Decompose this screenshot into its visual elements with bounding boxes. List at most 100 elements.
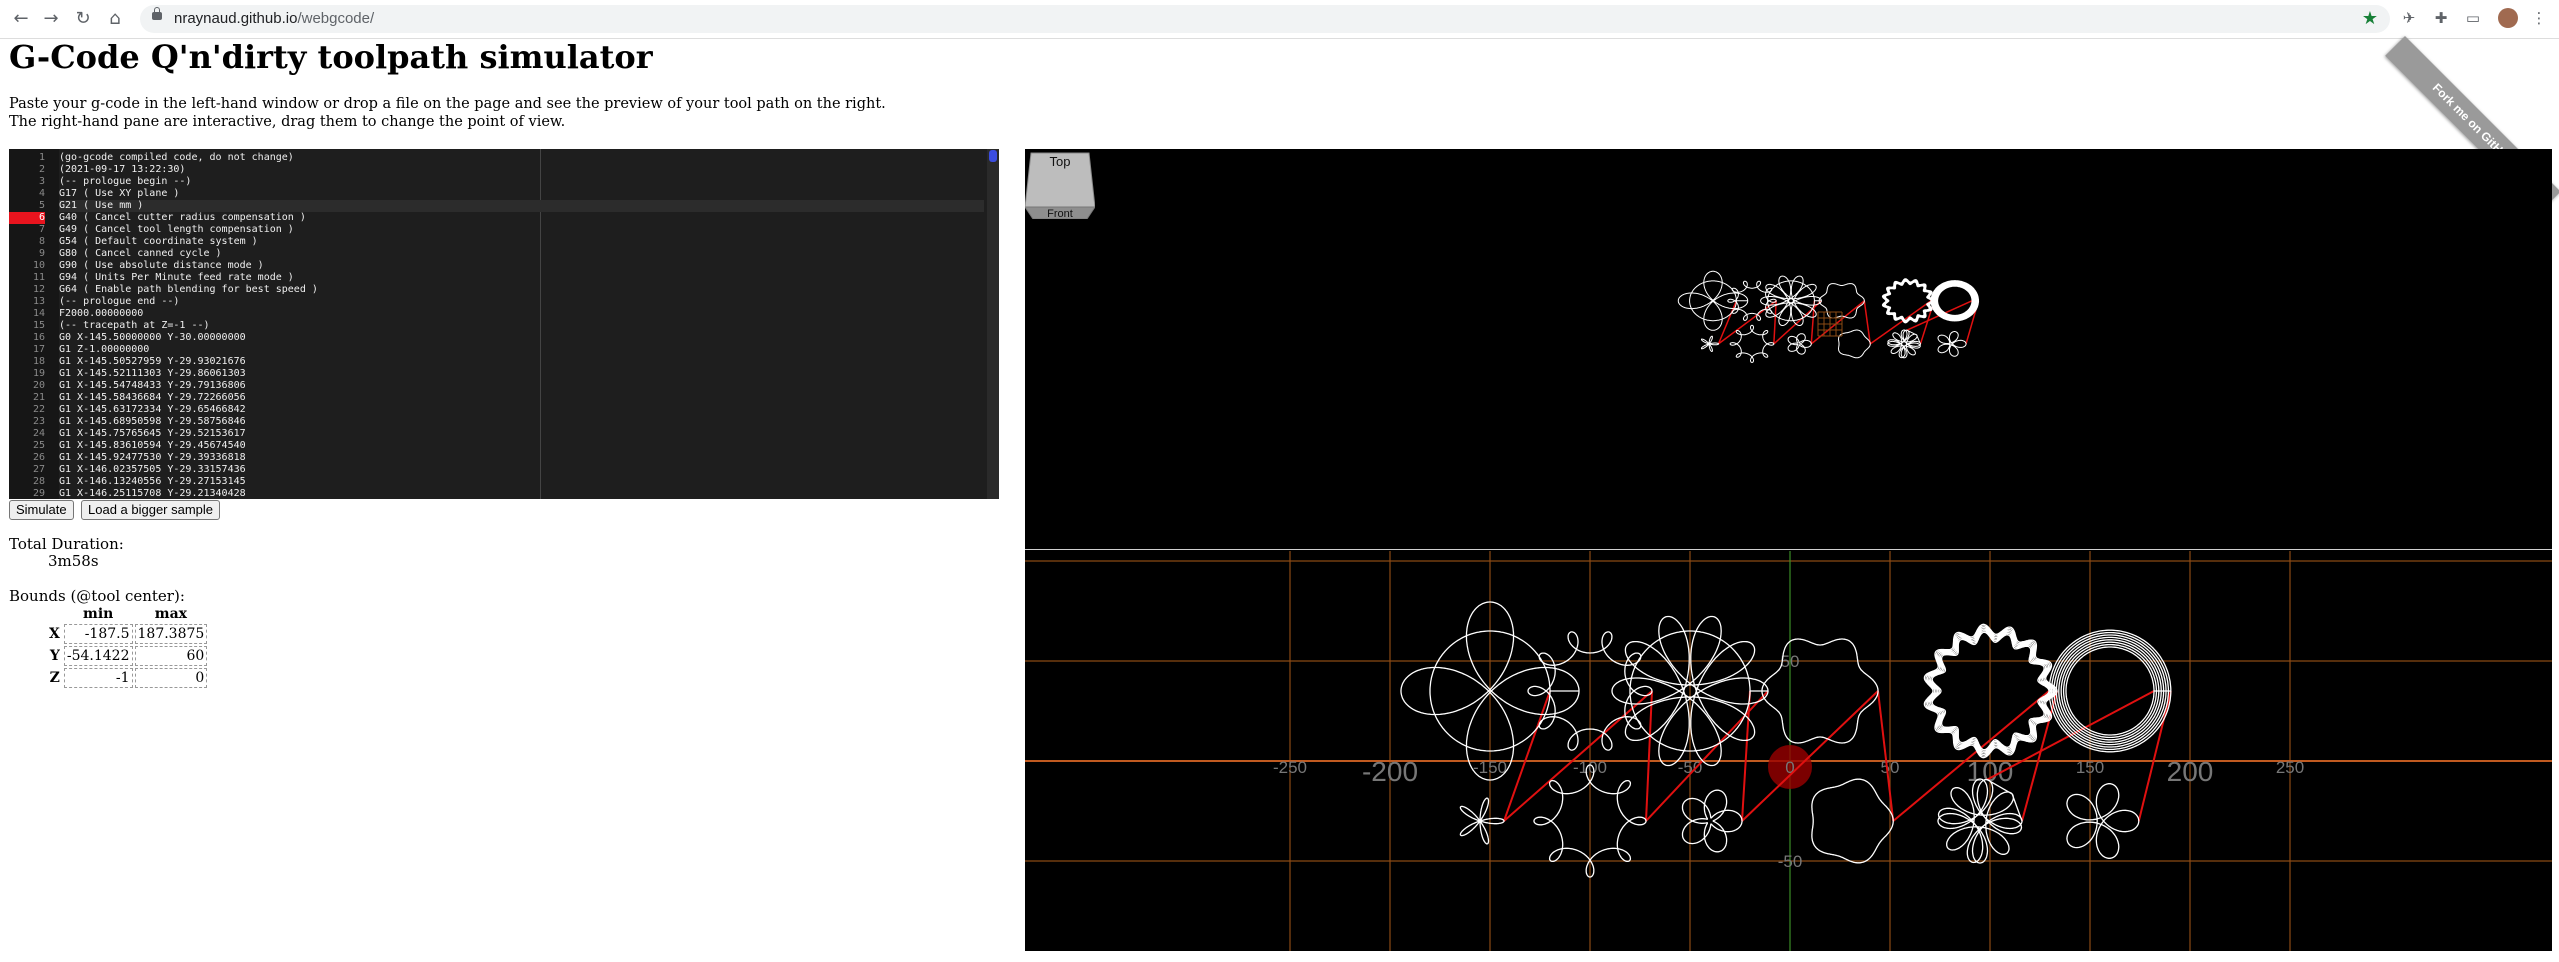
code-line[interactable]: 24 G1 X-145.75765645 Y-29.52153617 — [9, 428, 984, 440]
menu-icon[interactable]: ⋮ — [2530, 9, 2548, 27]
code-line[interactable]: 3 (-- prologue begin --) — [9, 176, 984, 188]
code-line[interactable]: 14 F2000.00000000 — [9, 308, 984, 320]
code-line[interactable]: 19 G1 X-145.52111303 Y-29.86061303 — [9, 368, 984, 380]
line-number: 17 — [32, 344, 45, 355]
y-tick-label: -50 — [1778, 852, 1803, 871]
bounds-row-y: Y -54.1422 60 — [47, 646, 208, 666]
code-text[interactable]: G1 X-146.25115708 Y-29.21340428 — [59, 488, 246, 499]
code-line[interactable]: 23 G1 X-145.68950598 Y-29.58756846 — [9, 416, 984, 428]
code-line[interactable]: 16 G0 X-145.50000000 Y-30.00000000 — [9, 332, 984, 344]
code-text[interactable]: G1 X-145.63172334 Y-29.65466842 — [59, 404, 246, 416]
extension-icon[interactable]: ✈ — [2400, 9, 2418, 27]
line-number: 1 — [38, 152, 45, 163]
line-number: 19 — [32, 368, 45, 379]
perspective-view[interactable] — [1025, 149, 2552, 549]
editor-scrollbar[interactable] — [987, 149, 999, 499]
code-text[interactable]: G1 X-145.68950598 Y-29.58756846 — [59, 416, 246, 428]
code-text[interactable]: (-- tracepath at Z=-1 --) — [59, 320, 210, 332]
toolpath-viewer[interactable]: Top Front -250 -200 -150 -100 -50 0 50 100 150 20… — [1025, 149, 2552, 951]
code-line[interactable]: 22 G1 X-145.63172334 Y-29.65466842 — [9, 404, 984, 416]
avatar[interactable] — [2498, 8, 2518, 28]
home-icon[interactable]: ⌂ — [104, 8, 126, 30]
code-text[interactable]: G1 X-145.75765645 Y-29.52153617 — [59, 428, 246, 440]
code-text[interactable]: G1 X-145.83610594 Y-29.45674540 — [59, 440, 246, 452]
code-line[interactable]: 5 G21 ( Use mm ) — [9, 200, 984, 212]
view-cube[interactable]: Top Front — [1025, 149, 1095, 219]
col-min: min — [83, 606, 114, 622]
x-tick-label: 200 — [2167, 756, 2214, 787]
code-text[interactable]: G21 ( Use mm ) — [59, 200, 984, 212]
puzzle-icon[interactable]: ✚ — [2432, 9, 2450, 27]
gcode-editor[interactable]: 1 (go-gcode compiled code, do not change)… — [9, 149, 999, 499]
line-number: 27 — [32, 464, 45, 475]
code-text[interactable]: G94 ( Units Per Minute feed rate mode ) — [59, 272, 294, 284]
code-line[interactable]: 6 G40 ( Cancel cutter radius compensation… — [9, 212, 984, 224]
code-text[interactable]: G64 ( Enable path blending for best spee… — [59, 284, 318, 296]
reload-icon[interactable]: ↻ — [72, 8, 94, 30]
code-line[interactable]: 4 G17 ( Use XY plane ) — [9, 188, 984, 200]
code-text[interactable]: G1 X-145.50527959 Y-29.93021676 — [59, 356, 246, 368]
star-icon[interactable]: ★ — [2362, 8, 2378, 29]
code-text[interactable]: G1 Z-1.00000000 — [59, 344, 149, 356]
code-line[interactable]: 10 G90 ( Use absolute distance mode ) — [9, 260, 984, 272]
code-line[interactable]: 28 G1 X-146.13240556 Y-29.27153145 — [9, 476, 984, 488]
cast-icon[interactable]: ▭ — [2464, 9, 2482, 27]
intro-line-2: The right-hand pane are interactive, dra… — [9, 114, 566, 130]
code-text[interactable]: G1 X-145.52111303 Y-29.86061303 — [59, 368, 246, 380]
code-text[interactable]: (go-gcode compiled code, do not change) — [59, 152, 294, 164]
forward-icon[interactable]: → — [40, 8, 62, 30]
code-text[interactable]: G49 ( Cancel tool length compensation ) — [59, 224, 294, 236]
code-text[interactable]: G1 X-145.58436684 Y-29.72266056 — [59, 392, 246, 404]
code-line[interactable]: 11 G94 ( Units Per Minute feed rate mode … — [9, 272, 984, 284]
rapid-move — [1877, 690, 1895, 822]
code-text[interactable]: (-- prologue begin --) — [59, 176, 191, 188]
simulate-button[interactable]: Simulate — [9, 500, 74, 520]
code-line[interactable]: 26 G1 X-145.92477530 Y-29.39336818 — [9, 452, 984, 464]
code-line[interactable]: 25 G1 X-145.83610594 Y-29.45674540 — [9, 440, 984, 452]
code-line[interactable]: 9 G80 ( Cancel canned cycle ) — [9, 248, 984, 260]
code-text[interactable]: (2021-09-17 13:22:30) — [59, 164, 185, 176]
code-line[interactable]: 7 G49 ( Cancel tool length compensation ) — [9, 224, 984, 236]
code-text[interactable]: (-- prologue end --) — [59, 296, 179, 308]
code-text[interactable]: G54 ( Default coordinate system ) — [59, 236, 258, 248]
x-tick-label: -250 — [1273, 758, 1307, 777]
code-text[interactable]: G1 X-146.02357505 Y-29.33157436 — [59, 464, 246, 476]
bounds-table: min max X -187.5 187.3875 Y -54.1422 60 Z -1 0 — [45, 604, 209, 690]
code-line[interactable]: 13 (-- prologue end --) — [9, 296, 984, 308]
load-sample-button[interactable]: Load a bigger sample — [81, 500, 221, 520]
code-text[interactable]: G0 X-145.50000000 Y-30.00000000 — [59, 332, 246, 344]
code-line[interactable]: 1 (go-gcode compiled code, do not change) — [9, 152, 984, 164]
code-line[interactable]: 27 G1 X-146.02357505 Y-29.33157436 — [9, 464, 984, 476]
code-text[interactable]: G80 ( Cancel canned cycle ) — [59, 248, 222, 260]
code-line[interactable]: 12 G64 ( Enable path blending for best sp… — [9, 284, 984, 296]
top-view[interactable]: -250 -200 -150 -100 -50 0 50 100 150 200 25050-50 — [1025, 551, 2552, 951]
code-text[interactable]: G1 X-145.54748433 Y-29.79136806 — [59, 380, 246, 392]
code-line[interactable]: 15 (-- tracepath at Z=-1 --) — [9, 320, 984, 332]
code-text[interactable]: G1 X-146.13240556 Y-29.27153145 — [59, 476, 246, 488]
toolpath-shape — [1923, 623, 2058, 759]
code-text[interactable]: G17 ( Use XY plane ) — [59, 188, 179, 200]
code-text[interactable]: F2000.00000000 — [59, 308, 143, 320]
toolpath-shape — [1701, 335, 1719, 352]
code-text[interactable]: G90 ( Use absolute distance mode ) — [59, 260, 264, 272]
line-number: 22 — [32, 404, 45, 415]
code-text[interactable]: G40 ( Cancel cutter radius compensation … — [59, 212, 306, 224]
url-text[interactable]: nraynaud.github.io/webgcode/ — [174, 10, 374, 27]
address-bar[interactable]: nraynaud.github.io/webgcode/ ★ — [140, 5, 2390, 33]
code-line[interactable]: 20 G1 X-145.54748433 Y-29.79136806 — [9, 380, 984, 392]
code-line[interactable]: 21 G1 X-145.58436684 Y-29.72266056 — [9, 392, 984, 404]
code-line[interactable]: 18 G1 X-145.50527959 Y-29.93021676 — [9, 356, 984, 368]
toolpath-shape — [1887, 329, 1921, 359]
intro-text: Paste your g-code in the left-hand windo… — [9, 95, 886, 131]
line-number: 15 — [32, 320, 45, 331]
back-icon[interactable]: ← — [10, 8, 32, 30]
x-tick-label: -150 — [1473, 758, 1507, 777]
lock-icon[interactable] — [152, 7, 162, 20]
code-line[interactable]: 8 G54 ( Default coordinate system ) — [9, 236, 984, 248]
code-line[interactable]: 17 G1 Z-1.00000000 — [9, 344, 984, 356]
browser-toolbar: ← → ↻ ⌂ nraynaud.github.io/webgcode/ ★ ✈… — [0, 0, 2559, 39]
code-text[interactable]: G1 X-145.92477530 Y-29.39336818 — [59, 452, 246, 464]
code-line[interactable]: 2 (2021-09-17 13:22:30) — [9, 164, 984, 176]
code-line[interactable]: 29 G1 X-146.25115708 Y-29.21340428 — [9, 488, 984, 499]
scroll-thumb[interactable] — [989, 150, 997, 162]
